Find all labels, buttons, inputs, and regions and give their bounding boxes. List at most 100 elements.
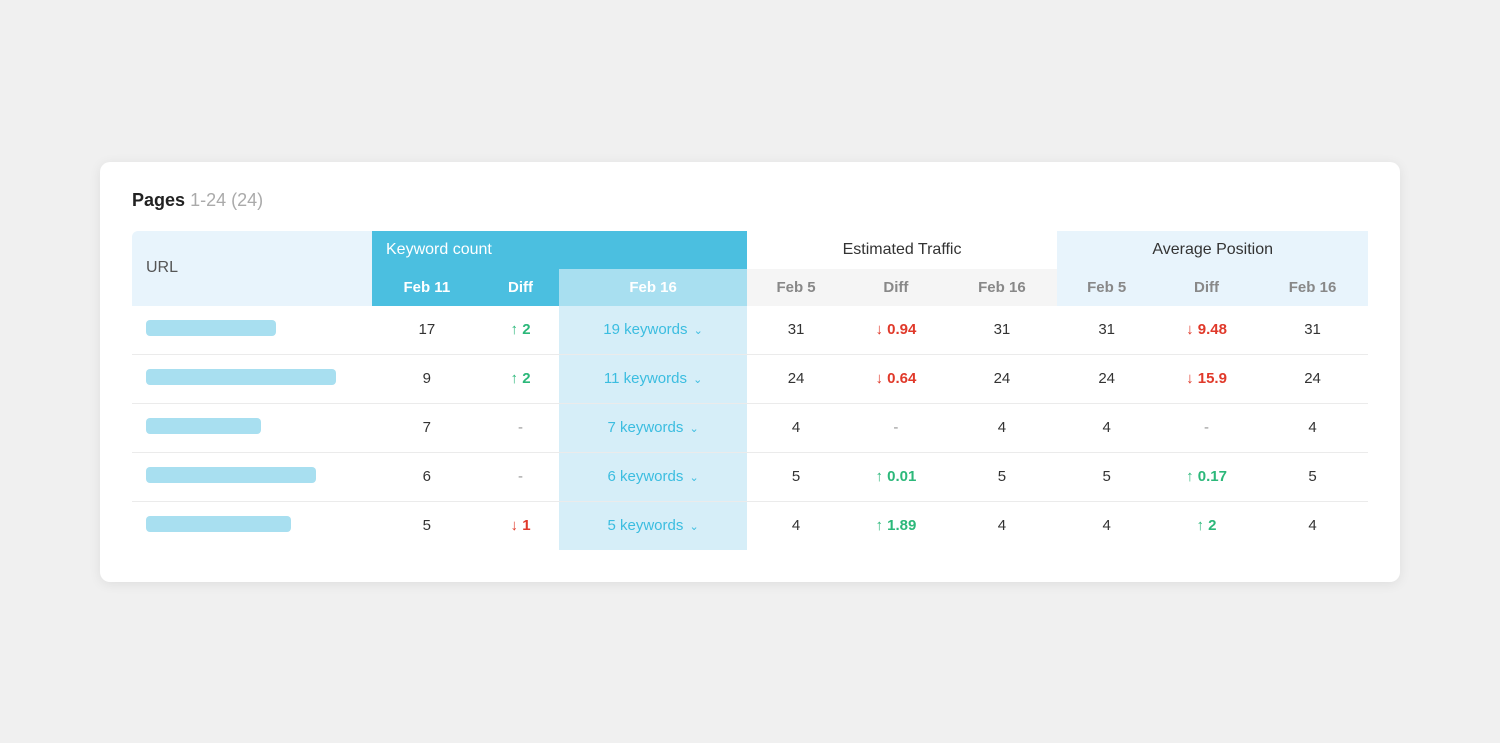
kw-new[interactable]: 5 keywords ⌄: [559, 501, 746, 550]
traffic-new: 4: [946, 501, 1057, 550]
traffic-old: 31: [747, 306, 846, 355]
col-kw-feb16: Feb 16: [559, 269, 746, 306]
kw-new[interactable]: 19 keywords ⌄: [559, 306, 746, 355]
position-diff: ↑ 0.17: [1156, 452, 1257, 501]
traffic-diff: -: [845, 403, 946, 452]
traffic-diff-up: ↑ 0.01: [875, 468, 916, 485]
url-cell: [132, 452, 372, 501]
traffic-diff: ↓ 0.64: [845, 354, 946, 403]
url-bar: [146, 369, 336, 385]
table-row: 9↑ 211 keywords ⌄24↓ 0.642424↓ 15.924: [132, 354, 1368, 403]
pos-diff-neutral: -: [1204, 419, 1209, 436]
traffic-diff: ↑ 1.89: [845, 501, 946, 550]
kw-old: 9: [372, 354, 482, 403]
kw-new-link[interactable]: 19 keywords ⌄: [603, 321, 703, 338]
chevron-down-icon: ⌄: [690, 423, 699, 435]
table-body: 17↑ 219 keywords ⌄31↓ 0.943131↓ 9.48319↑…: [132, 306, 1368, 550]
kw-new[interactable]: 11 keywords ⌄: [559, 354, 746, 403]
url-cell: [132, 403, 372, 452]
traffic-new: 31: [946, 306, 1057, 355]
page-title: Pages 1-24 (24): [132, 190, 1368, 211]
traffic-old: 4: [747, 403, 846, 452]
traffic-diff-down: ↓ 0.64: [875, 370, 916, 387]
kw-new-link[interactable]: 11 keywords ⌄: [604, 370, 702, 387]
position-new: 5: [1257, 452, 1368, 501]
kw-new-link[interactable]: 6 keywords ⌄: [607, 468, 698, 485]
position-new: 31: [1257, 306, 1368, 355]
kw-diff: ↓ 1: [482, 501, 560, 550]
col-kw-diff: Diff: [482, 269, 560, 306]
table-row: 6-6 keywords ⌄5↑ 0.0155↑ 0.175: [132, 452, 1368, 501]
title-count: (24): [231, 190, 263, 210]
diff-down-icon: ↓ 1: [511, 517, 531, 534]
url-bar: [146, 320, 276, 336]
col-pos-diff: Diff: [1156, 269, 1257, 306]
header-row-1: URL Keyword count Estimated Traffic Aver…: [132, 231, 1368, 269]
chevron-down-icon: ⌄: [690, 521, 699, 533]
table-row: 7-7 keywords ⌄4-44-4: [132, 403, 1368, 452]
chevron-down-icon: ⌄: [693, 374, 702, 386]
col-traffic-diff: Diff: [845, 269, 946, 306]
main-card: Pages 1-24 (24) URL Keyword count Estima…: [100, 162, 1400, 582]
title-label: Pages: [132, 190, 185, 210]
position-diff: -: [1156, 403, 1257, 452]
url-cell: [132, 354, 372, 403]
traffic-new: 4: [946, 403, 1057, 452]
position-diff: ↓ 15.9: [1156, 354, 1257, 403]
traffic-old: 5: [747, 452, 846, 501]
url-bar: [146, 516, 291, 532]
traffic-diff: ↓ 0.94: [845, 306, 946, 355]
pos-diff-down: ↓ 15.9: [1186, 370, 1227, 387]
col-pos-feb16: Feb 16: [1257, 269, 1368, 306]
table-row: 17↑ 219 keywords ⌄31↓ 0.943131↓ 9.4831: [132, 306, 1368, 355]
traffic-diff-neutral: -: [893, 419, 898, 436]
url-cell: [132, 501, 372, 550]
col-keyword-group-header: Keyword count: [372, 231, 747, 269]
position-old: 4: [1057, 403, 1156, 452]
diff-up-icon: ↑ 2: [511, 321, 531, 338]
chevron-down-icon: ⌄: [694, 325, 703, 337]
position-new: 4: [1257, 501, 1368, 550]
chevron-down-icon: ⌄: [690, 472, 699, 484]
table-row: 5↓ 15 keywords ⌄4↑ 1.8944↑ 24: [132, 501, 1368, 550]
pos-diff-up: ↑ 0.17: [1186, 468, 1227, 485]
kw-diff: ↑ 2: [482, 306, 560, 355]
kw-new[interactable]: 7 keywords ⌄: [559, 403, 746, 452]
position-old: 31: [1057, 306, 1156, 355]
title-range: 1-24: [190, 190, 231, 210]
col-pos-feb5: Feb 5: [1057, 269, 1156, 306]
pos-diff-up: ↑ 2: [1197, 517, 1217, 534]
col-traffic-feb5: Feb 5: [747, 269, 846, 306]
position-new: 4: [1257, 403, 1368, 452]
kw-diff: -: [482, 403, 560, 452]
kw-new[interactable]: 6 keywords ⌄: [559, 452, 746, 501]
traffic-new: 5: [946, 452, 1057, 501]
traffic-new: 24: [946, 354, 1057, 403]
url-bar: [146, 467, 316, 483]
traffic-diff: ↑ 0.01: [845, 452, 946, 501]
kw-old: 7: [372, 403, 482, 452]
kw-new-link[interactable]: 5 keywords ⌄: [607, 517, 698, 534]
traffic-diff-down: ↓ 0.94: [875, 321, 916, 338]
kw-diff: ↑ 2: [482, 354, 560, 403]
position-old: 24: [1057, 354, 1156, 403]
position-old: 4: [1057, 501, 1156, 550]
diff-neutral: -: [518, 419, 523, 436]
position-old: 5: [1057, 452, 1156, 501]
col-url-header: URL: [132, 231, 372, 306]
kw-new-link[interactable]: 7 keywords ⌄: [607, 419, 698, 436]
traffic-diff-up: ↑ 1.89: [875, 517, 916, 534]
col-traffic-group-header: Estimated Traffic: [747, 231, 1058, 269]
kw-old: 6: [372, 452, 482, 501]
url-cell: [132, 306, 372, 355]
kw-old: 5: [372, 501, 482, 550]
col-position-group-header: Average Position: [1057, 231, 1368, 269]
position-diff: ↓ 9.48: [1156, 306, 1257, 355]
pos-diff-down: ↓ 9.48: [1186, 321, 1227, 338]
diff-up-icon: ↑ 2: [511, 370, 531, 387]
traffic-old: 4: [747, 501, 846, 550]
traffic-old: 24: [747, 354, 846, 403]
diff-neutral: -: [518, 468, 523, 485]
kw-old: 17: [372, 306, 482, 355]
data-table: URL Keyword count Estimated Traffic Aver…: [132, 231, 1368, 550]
